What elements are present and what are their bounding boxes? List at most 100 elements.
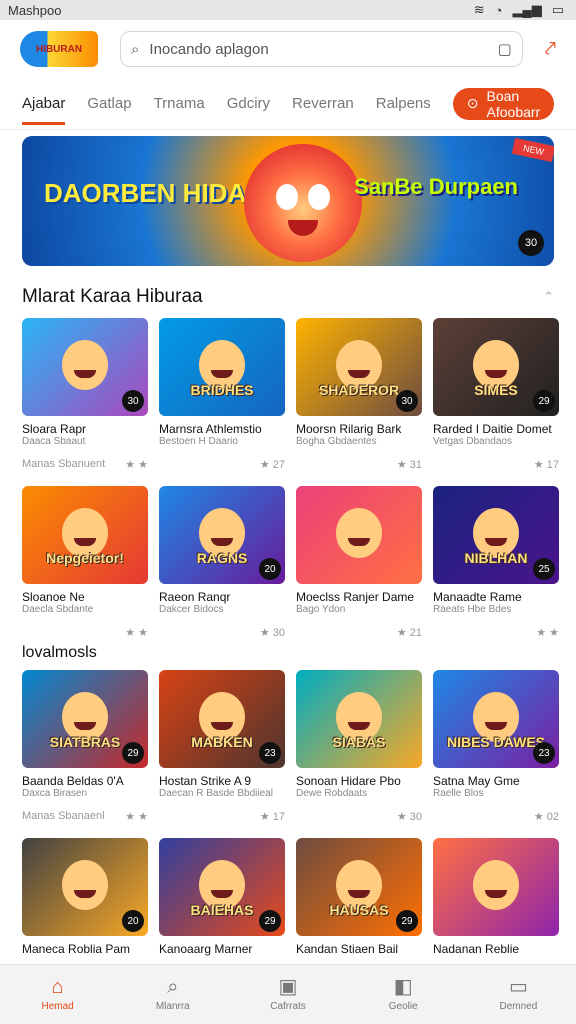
game-thumbnail[interactable]: SHADEROR 30 <box>296 318 422 416</box>
search-input[interactable]: Inocando aplagon <box>149 41 487 58</box>
star-rating: ★ 02 <box>533 811 559 823</box>
game-subtitle: Bago Ydon <box>296 604 346 615</box>
game-thumbnail[interactable]: SIMES 29 <box>433 318 559 416</box>
bear-mascot <box>244 144 362 262</box>
nfc-icon: ≋ <box>473 2 485 17</box>
character-art <box>62 340 108 390</box>
game-thumbnail[interactable]: HAUSAS 29 <box>296 838 422 936</box>
rating-badge: 23 <box>533 742 555 764</box>
cta-button[interactable]: ⊙ Boan Afoobarr <box>452 87 555 120</box>
banner-ribbon: NEW <box>511 137 554 163</box>
chevron-up-icon[interactable]: ⌃ <box>543 289 554 305</box>
game-title[interactable]: Rarded I Daitie Domet <box>433 422 559 436</box>
game-card[interactable]: 30 Sloara Rapr Daaca Sbaaut Manas Sbanuent ★… <box>22 318 148 478</box>
hero-banner[interactable]: DAORBEN HIDAITIES SanBe Durpaen NEW 30 <box>22 136 554 266</box>
nav-inbox[interactable]: ▭ Demned <box>461 965 576 1024</box>
game-thumbnail[interactable]: 30 <box>22 318 148 416</box>
share-icon[interactable]: ⤤ <box>545 38 556 61</box>
tab-0[interactable]: Ajabar <box>22 95 66 125</box>
game-title[interactable]: Raeon Ranqr <box>159 590 285 604</box>
section-title-2: lovalmosls <box>22 644 97 661</box>
tab-2[interactable]: Trnama <box>154 95 205 112</box>
game-title[interactable]: Moeclss Ranjer Dame <box>296 590 422 604</box>
nav-notifications[interactable]: ◧ Geolie <box>346 965 461 1024</box>
category-tabs: Ajabar Gatlap Trnama Gdciry Reverran Ral… <box>0 78 576 130</box>
nav-search[interactable]: ⌕ Mlanrra <box>115 965 230 1024</box>
game-card[interactable]: SIATBRAS 29 Baanda Beldas 0'A Daxca Birasen… <box>22 670 148 830</box>
game-title[interactable]: Kandan Stiaen Bail <box>296 942 422 956</box>
game-thumbnail[interactable]: BRIDHES <box>159 318 285 416</box>
thumbnail-caption: BRIDHES <box>190 382 254 398</box>
status-bar: Mashpoo ≋ ◔ ▂▄▆ ▭ <box>0 0 576 20</box>
game-title[interactable]: Satna May Gme <box>433 774 559 788</box>
game-title[interactable]: Maneca Roblia Pam <box>22 942 148 956</box>
game-subtitle: Raeats Hbe Bdes <box>433 604 512 615</box>
game-thumbnail[interactable] <box>296 486 422 584</box>
game-card[interactable]: SIABAS Sonoan Hidare Pbo Dewe Robdaats ★ 30 <box>296 670 422 830</box>
game-card[interactable]: RAGNS 20 Raeon Ranqr Dakcer Bidocs ★ 30 <box>159 486 285 646</box>
game-thumbnail[interactable]: Nepgeietor! <box>22 486 148 584</box>
tab-1[interactable]: Gatlap <box>87 95 131 112</box>
game-title[interactable]: Nadanan Reblie <box>433 942 559 956</box>
game-card[interactable]: MABKEN 23 Hostan Strike A 9 Daecan R Basde … <box>159 670 285 830</box>
game-thumbnail[interactable]: BAIEHAS 29 <box>159 838 285 936</box>
tab-5[interactable]: Ralpens <box>376 95 431 112</box>
game-card[interactable]: SIMES 29 Rarded I Daitie Domet Vetgas Dband… <box>433 318 559 478</box>
game-title[interactable]: Sonoan Hidare Pbo <box>296 774 422 788</box>
game-thumbnail[interactable]: 20 <box>22 838 148 936</box>
rating-badge: 20 <box>259 558 281 580</box>
nav-label: Hemad <box>41 1001 74 1012</box>
game-meta: ★ 17 <box>159 810 285 823</box>
game-card[interactable]: SHADEROR 30 Moorsn Rilarig Bark Bogha Gbdae… <box>296 318 422 478</box>
game-subtitle: Daecan R Basde Bbdiieal <box>159 788 273 799</box>
game-card[interactable]: Moeclss Ranjer Dame Bago Ydon ★ 21 <box>296 486 422 646</box>
game-subtitle: Daecla Sbdante <box>22 604 94 615</box>
game-thumbnail[interactable]: MABKEN 23 <box>159 670 285 768</box>
section-title-1: Mlarat Karaa Hiburaa ⌃ <box>22 284 554 310</box>
camera-icon: ▣ <box>278 976 298 998</box>
star-rating: ★ 21 <box>396 627 422 639</box>
game-meta: ★ ★ <box>22 626 148 639</box>
game-title[interactable]: Baanda Beldas 0'A <box>22 774 148 788</box>
game-thumbnail[interactable]: NIBES DAWES 23 <box>433 670 559 768</box>
game-meta: Manas Sbanuent ★ ★ <box>22 458 148 471</box>
bottom-navigation: ⌂ Hemad ⌕ Mlanrra ▣ Cafrrats ◧ Geolie ▭ … <box>0 964 576 1024</box>
nav-home[interactable]: ⌂ Hemad <box>0 965 115 1024</box>
game-title[interactable]: Manaadte Rame <box>433 590 559 604</box>
game-card[interactable]: NIBLHAN 25 Manaadte Rame Raeats Hbe Bdes ★ ★ <box>433 486 559 646</box>
rating-badge: 25 <box>533 558 555 580</box>
tab-4[interactable]: Reverran <box>292 95 354 112</box>
game-title[interactable]: Moorsn Rilarig Bark <box>296 422 422 436</box>
game-title[interactable]: Hostan Strike A 9 <box>159 774 285 788</box>
star-rating: ★ ★ <box>125 459 148 471</box>
app-logo[interactable]: HIBURAN <box>20 31 98 67</box>
status-app-name: Mashpoo <box>8 2 62 18</box>
game-thumbnail[interactable]: SIABAS <box>296 670 422 768</box>
game-title[interactable]: Kanoaarg Marner <box>159 942 285 956</box>
game-card[interactable]: NIBES DAWES 23 Satna May Gme Raelle Blos ★ 0… <box>433 670 559 830</box>
star-rating: ★ 30 <box>396 811 422 823</box>
game-card[interactable]: Nepgeietor! Sloanoe Ne Daecla Sbdante ★ ★ <box>22 486 148 646</box>
character-art <box>62 860 108 910</box>
game-thumbnail[interactable] <box>433 838 559 936</box>
signal-icon: ▂▄▆ <box>512 2 542 17</box>
game-card[interactable]: BRIDHES Marnsra Athlemstio Bestoen H Daari… <box>159 318 285 478</box>
game-subtitle: Bestoen H Daario <box>159 436 238 447</box>
nav-camera[interactable]: ▣ Cafrrats <box>230 965 345 1024</box>
game-title[interactable]: Marnsra Athlemstio <box>159 422 285 436</box>
game-title[interactable]: Sloanoe Ne <box>22 590 148 604</box>
search-bar[interactable]: ⌕ Inocando aplagon ▢ <box>120 31 523 67</box>
grid-row: Nepgeietor! Sloanoe Ne Daecla Sbdante ★ ★ RA… <box>22 486 559 646</box>
logo-text: HIBURAN <box>35 43 83 55</box>
cta-label: Boan Afoobarr <box>486 87 541 120</box>
game-thumbnail[interactable]: RAGNS 20 <box>159 486 285 584</box>
chat-icon[interactable]: ▢ <box>498 40 512 58</box>
game-subtitle: Dewe Robdaats <box>296 788 368 799</box>
game-thumbnail[interactable]: SIATBRAS 29 <box>22 670 148 768</box>
game-thumbnail[interactable]: NIBLHAN 25 <box>433 486 559 584</box>
game-meta: ★ 30 <box>159 626 285 639</box>
star-rating: ★ ★ <box>125 627 148 639</box>
game-title[interactable]: Sloara Rapr <box>22 422 148 436</box>
home-icon: ⌂ <box>51 976 64 998</box>
tab-3[interactable]: Gdciry <box>227 95 270 112</box>
